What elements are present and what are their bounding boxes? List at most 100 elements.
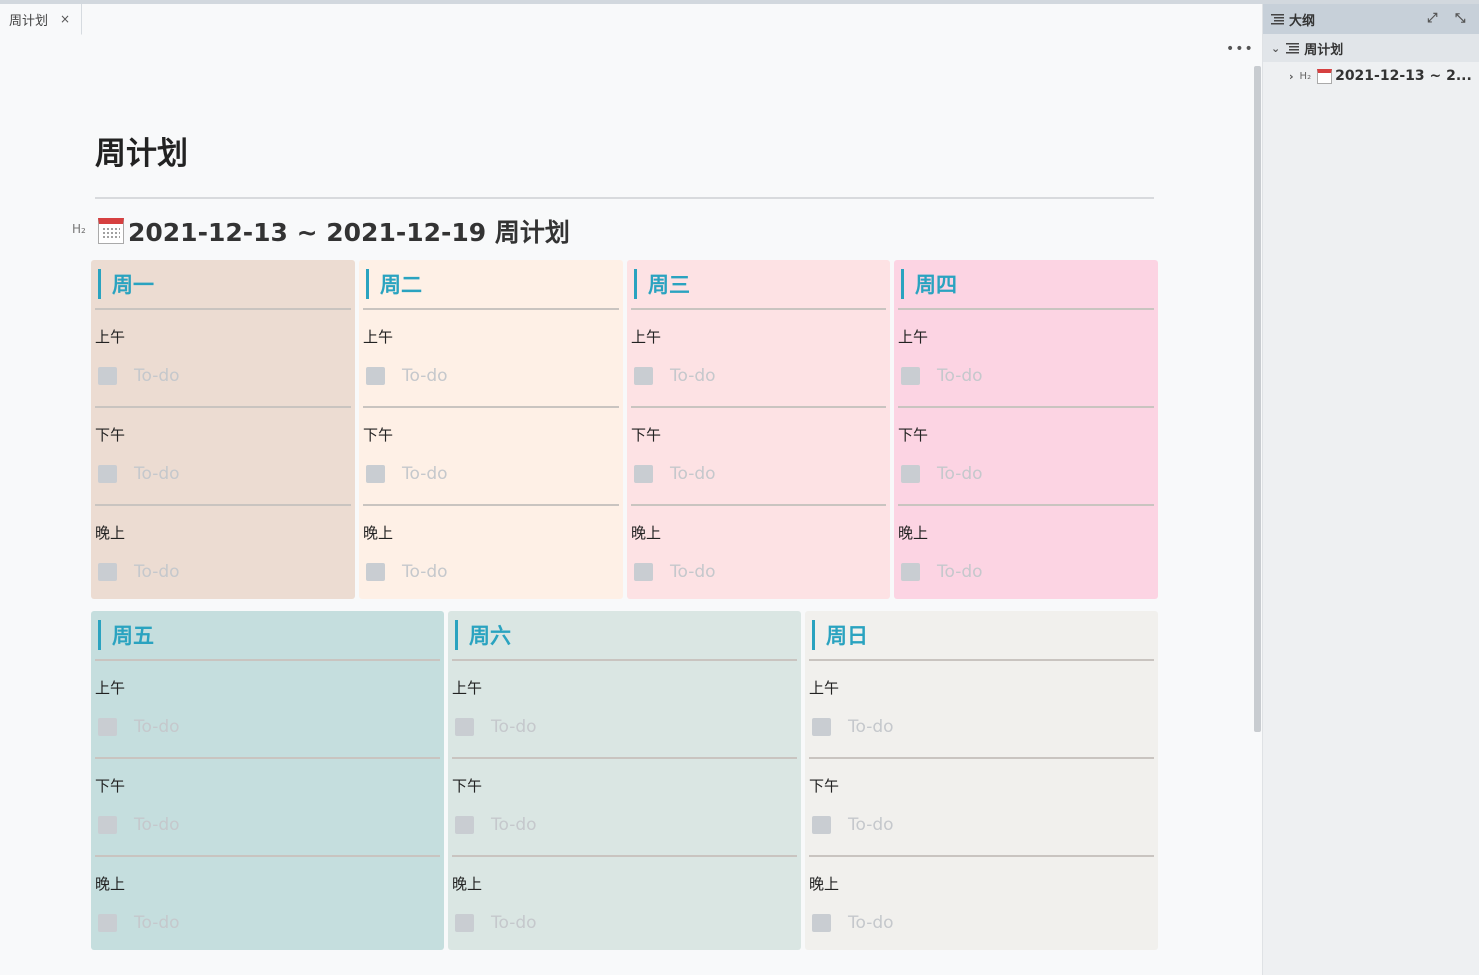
- pin-icon[interactable]: ⤡: [1455, 11, 1465, 26]
- todo-item[interactable]: To-do: [634, 562, 716, 582]
- window-top-border: [0, 0, 1479, 4]
- todo-item[interactable]: To-do: [455, 815, 537, 835]
- todo-placeholder[interactable]: To-do: [402, 562, 448, 582]
- slot-label: 上午: [898, 328, 929, 346]
- day-name: 周三: [648, 273, 690, 297]
- todo-checkbox[interactable]: [98, 465, 117, 483]
- todo-placeholder[interactable]: To-do: [491, 913, 537, 933]
- todo-checkbox[interactable]: [455, 914, 474, 932]
- todo-item[interactable]: To-do: [455, 913, 537, 933]
- todo-placeholder[interactable]: To-do: [134, 562, 180, 582]
- time-slot: 晚上 To-do: [363, 506, 619, 604]
- todo-item[interactable]: To-do: [812, 717, 894, 737]
- todo-placeholder[interactable]: To-do: [134, 717, 180, 737]
- tab-title: 周计划: [9, 13, 49, 29]
- todo-checkbox[interactable]: [366, 367, 385, 385]
- todo-placeholder[interactable]: To-do: [134, 464, 180, 484]
- day-name: 周五: [112, 624, 154, 648]
- todo-placeholder[interactable]: To-do: [491, 815, 537, 835]
- todo-checkbox[interactable]: [455, 816, 474, 834]
- todo-item[interactable]: To-do: [98, 913, 180, 933]
- todo-placeholder[interactable]: To-do: [134, 815, 180, 835]
- todo-placeholder[interactable]: To-do: [134, 913, 180, 933]
- slot-label: 晚上: [898, 524, 929, 542]
- todo-item[interactable]: To-do: [812, 815, 894, 835]
- todo-item[interactable]: To-do: [812, 913, 894, 933]
- slot-label: 晚上: [363, 524, 394, 542]
- slot-label: 下午: [363, 426, 394, 444]
- day-card: 周六 上午 To-do 下午 To-do 晚上 To-do: [448, 611, 801, 950]
- todo-item[interactable]: To-do: [901, 366, 983, 386]
- todo-checkbox[interactable]: [98, 563, 117, 581]
- todo-checkbox[interactable]: [812, 914, 831, 932]
- todo-item[interactable]: To-do: [98, 366, 180, 386]
- slot-label: 上午: [809, 679, 840, 697]
- todo-placeholder[interactable]: To-do: [937, 562, 983, 582]
- slot-label: 下午: [452, 777, 483, 795]
- todo-checkbox[interactable]: [901, 367, 920, 385]
- todo-item[interactable]: To-do: [455, 717, 537, 737]
- todo-item[interactable]: To-do: [98, 717, 180, 737]
- todo-placeholder[interactable]: To-do: [670, 366, 716, 386]
- todo-placeholder[interactable]: To-do: [848, 815, 894, 835]
- todo-checkbox[interactable]: [98, 718, 117, 736]
- todo-checkbox[interactable]: [98, 816, 117, 834]
- todo-placeholder[interactable]: To-do: [670, 464, 716, 484]
- time-slot: 下午 To-do: [363, 408, 619, 506]
- week-heading: 2021-12-13 ~ 2021-12-19 周计划: [98, 213, 570, 249]
- todo-placeholder[interactable]: To-do: [402, 366, 448, 386]
- todo-checkbox[interactable]: [366, 563, 385, 581]
- time-slot: 上午 To-do: [898, 310, 1154, 408]
- todo-item[interactable]: To-do: [98, 815, 180, 835]
- todo-placeholder[interactable]: To-do: [848, 913, 894, 933]
- slot-label: 下午: [95, 426, 126, 444]
- todo-placeholder[interactable]: To-do: [491, 717, 537, 737]
- todo-checkbox[interactable]: [98, 914, 117, 932]
- todo-item[interactable]: To-do: [366, 562, 448, 582]
- todo-item[interactable]: To-do: [366, 366, 448, 386]
- time-slot: 下午 To-do: [631, 408, 886, 506]
- todo-item[interactable]: To-do: [366, 464, 448, 484]
- outline-item-week[interactable]: › H₂ 2021-12-13 ~ 2...: [1263, 62, 1479, 90]
- tab-weekly-plan[interactable]: 周计划 ×: [0, 4, 82, 35]
- todo-item[interactable]: To-do: [901, 562, 983, 582]
- todo-checkbox[interactable]: [901, 465, 920, 483]
- todo-item[interactable]: To-do: [634, 464, 716, 484]
- time-slot: 下午 To-do: [95, 759, 440, 857]
- todo-checkbox[interactable]: [812, 816, 831, 834]
- todo-placeholder[interactable]: To-do: [848, 717, 894, 737]
- h2-marker: H₂: [72, 222, 86, 236]
- todo-item[interactable]: To-do: [901, 464, 983, 484]
- todo-placeholder[interactable]: To-do: [134, 366, 180, 386]
- todo-item[interactable]: To-do: [98, 464, 180, 484]
- tab-close-icon[interactable]: ×: [60, 12, 70, 26]
- week-heading-text: 2021-12-13 ~ 2021-12-19 周计划: [128, 218, 570, 247]
- outline-item-root[interactable]: ⌄ 周计划: [1263, 34, 1479, 62]
- todo-checkbox[interactable]: [455, 718, 474, 736]
- todo-placeholder[interactable]: To-do: [937, 464, 983, 484]
- chevron-right-icon[interactable]: ›: [1289, 70, 1294, 83]
- todo-checkbox[interactable]: [366, 465, 385, 483]
- scrollbar-thumb[interactable]: [1254, 66, 1261, 732]
- chevron-down-icon[interactable]: ⌄: [1271, 42, 1280, 55]
- todo-placeholder[interactable]: To-do: [402, 464, 448, 484]
- expand-icon[interactable]: ⤢: [1427, 11, 1437, 26]
- todo-checkbox[interactable]: [812, 718, 831, 736]
- todo-checkbox[interactable]: [634, 367, 653, 385]
- day-header: 周五: [95, 611, 440, 661]
- time-slot: 晚上 To-do: [631, 506, 886, 604]
- todo-placeholder[interactable]: To-do: [937, 366, 983, 386]
- more-options-icon[interactable]: •••: [1226, 40, 1253, 58]
- todo-checkbox[interactable]: [98, 367, 117, 385]
- todo-checkbox[interactable]: [634, 563, 653, 581]
- slot-label: 下午: [631, 426, 662, 444]
- todo-item[interactable]: To-do: [98, 562, 180, 582]
- day-header: 周三: [631, 260, 886, 310]
- todo-placeholder[interactable]: To-do: [670, 562, 716, 582]
- todo-item[interactable]: To-do: [634, 366, 716, 386]
- slot-label: 下午: [898, 426, 929, 444]
- time-slot: 上午 To-do: [631, 310, 886, 408]
- calendar-icon: [1317, 68, 1333, 84]
- todo-checkbox[interactable]: [901, 563, 920, 581]
- todo-checkbox[interactable]: [634, 465, 653, 483]
